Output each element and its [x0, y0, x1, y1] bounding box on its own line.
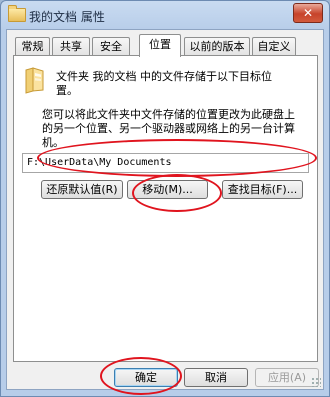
location-panel: 文件夹 我的文档 中的文件存储于以下目标位 置。 您可以将此文件夹中文件存储的位… — [13, 55, 318, 362]
tab-location[interactable]: 位置 — [139, 34, 181, 57]
folder-icon — [8, 5, 26, 22]
ok-button[interactable]: 确定 — [114, 368, 178, 387]
move-button[interactable]: 移动(M)... — [127, 180, 208, 199]
target-path-field[interactable]: F:\UserData\My Documents — [22, 153, 309, 173]
description-line3: 机。 — [42, 136, 64, 149]
close-button[interactable]: ✕ — [293, 3, 323, 23]
window-title: 我的文档 属性 — [29, 10, 105, 24]
restore-default-button[interactable]: 还原默认值(R) — [41, 180, 123, 199]
properties-window: 我的文档 属性 ✕ 常规 共享 安全 位置 以前的版本 自定义 文件夹 我的文档… — [0, 0, 330, 397]
tab-strip: 常规 共享 安全 位置 以前的版本 自定义 — [13, 34, 323, 57]
tab-security[interactable]: 安全 — [92, 37, 130, 55]
tab-customize[interactable]: 自定义 — [252, 37, 296, 55]
description-line2: 的另一个位置、另一个驱动器或网络上的另一台计算 — [42, 122, 295, 135]
title-bar[interactable]: 我的文档 属性 ✕ — [1, 1, 329, 29]
location-header-line2: 置。 — [56, 84, 78, 97]
resize-grip[interactable] — [311, 377, 321, 387]
cancel-button[interactable]: 取消 — [184, 368, 248, 387]
tab-general[interactable]: 常规 — [15, 37, 50, 55]
folder-icon — [25, 67, 44, 94]
apply-button[interactable]: 应用(A) — [255, 368, 319, 387]
find-target-button[interactable]: 查找目标(F)... — [222, 180, 303, 199]
location-header-line1: 文件夹 我的文档 中的文件存储于以下目标位 — [56, 70, 272, 83]
close-icon: ✕ — [302, 6, 314, 20]
tab-sharing[interactable]: 共享 — [52, 37, 90, 55]
dialog-body: 常规 共享 安全 位置 以前的版本 自定义 文件夹 我的文档 中的文件存储于以下… — [6, 29, 324, 390]
description-line1: 您可以将此文件夹中文件存储的位置更改为此硬盘上 — [42, 108, 295, 121]
tab-previous-versions[interactable]: 以前的版本 — [184, 37, 250, 55]
